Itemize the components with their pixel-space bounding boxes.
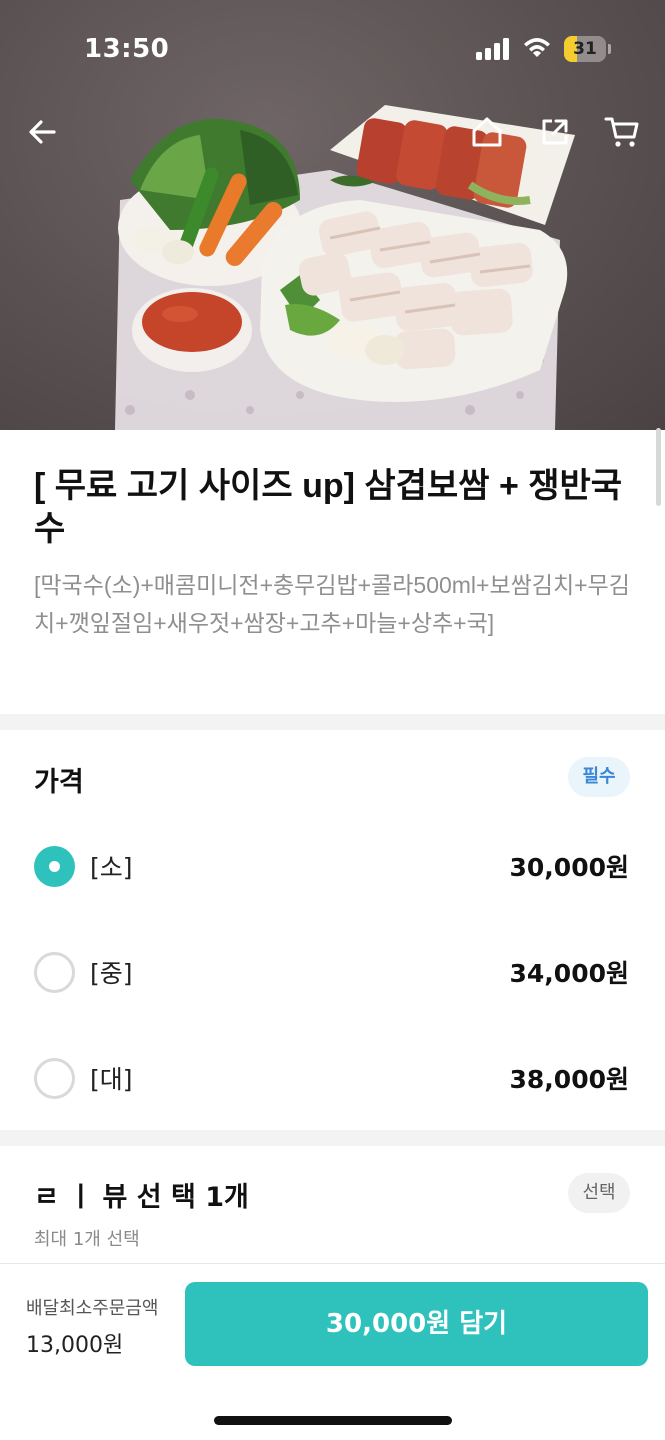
option-label: [대] [90,1065,133,1094]
product-title: [ 무료 고기 사이즈 up] 삼겹보쌈 + 쟁반국수 [34,467,623,548]
section-divider [0,714,665,730]
option-label: [소] [90,853,133,882]
back-button[interactable] [20,110,64,154]
extra-section-subtitle: 최대 1개 선택 [34,1229,140,1250]
product-description: [막국수(소)+매콤미니전+충무김밥+콜라500ml+보쌈김치+무김치+깻잎절임… [34,572,630,636]
share-icon [542,119,568,145]
home-indicator[interactable] [214,1416,452,1425]
battery-icon: 31 [564,36,612,62]
home-icon [472,117,502,147]
cart-button[interactable] [600,110,644,154]
section-divider [0,1130,665,1146]
min-order-label: 배달최소주문금액 [26,1298,159,1319]
price-option-large[interactable]: [대] 38,000원 [0,1038,665,1118]
home-button[interactable] [465,110,509,154]
min-order-value: 13,000원 [26,1333,124,1358]
price-section-title: 가격 [34,767,84,798]
option-price: 34,000원 [509,959,629,988]
wifi-icon [524,38,550,57]
extra-section-title: ㄹ ㅣ 뷰 선 택 1개 [34,1182,249,1213]
cart-icon [604,117,639,147]
radio-button[interactable] [34,1058,75,1099]
battery-level: 31 [573,39,597,59]
share-button[interactable] [533,110,577,154]
price-option-medium[interactable]: [중] 34,000원 [0,932,665,1012]
radio-button[interactable] [34,952,75,993]
status-bar: 13:50 31 [0,0,665,100]
add-to-cart-button[interactable]: 30,000원 담기 [185,1282,648,1366]
cellular-signal-icon [476,38,509,60]
option-price: 30,000원 [509,853,629,882]
required-badge: 필수 [568,757,630,797]
radio-button[interactable] [34,846,75,887]
option-price: 38,000원 [509,1065,629,1094]
bottom-bar: 배달최소주문금액 13,000원 30,000원 담기 [0,1263,665,1440]
option-label: [중] [90,959,133,988]
scrollbar[interactable] [656,428,661,506]
back-arrow-icon [29,120,56,144]
price-option-small[interactable]: [소] 30,000원 [0,826,665,906]
status-time: 13:50 [84,34,170,64]
optional-badge: 선택 [568,1173,630,1213]
